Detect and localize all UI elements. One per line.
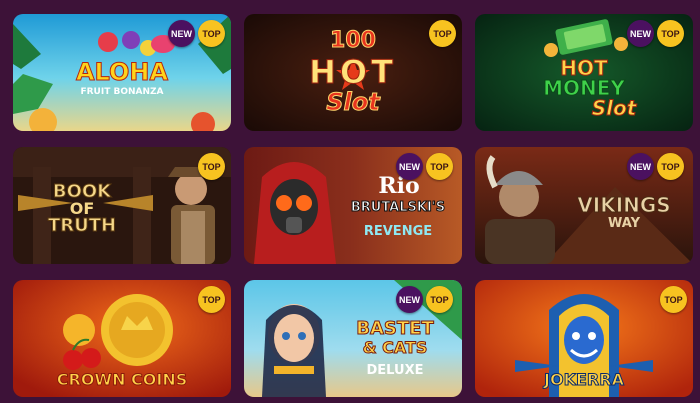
game-subtitle: Slot <box>326 88 380 116</box>
new-badge: NEW <box>627 20 654 47</box>
top-badge: TOP <box>198 20 225 47</box>
game-subtitle: DELUXE <box>366 363 424 378</box>
game-tile-hot-money[interactable]: HOT MONEY Slot NEW TOP <box>475 14 693 131</box>
game-title: ALOHA <box>75 58 169 86</box>
game-subtitle: FRUIT BONANZA <box>80 87 164 97</box>
game-tile-rio-brutalskis-revenge[interactable]: Rio BRUTALSKI'S REVENGE NEW TOP <box>244 147 462 264</box>
new-badge: NEW <box>168 20 195 47</box>
top-badge: TOP <box>426 286 453 313</box>
games-grid: ALOHA FRUIT BONANZA NEW TOP 100 HOT Slot… <box>0 0 700 403</box>
top-badge: TOP <box>657 153 684 180</box>
game-title-brutalski: BRUTALSKI'S <box>350 200 446 215</box>
game-tile-crown-coins[interactable]: CROWN COINS TOP <box>13 280 231 397</box>
game-title: HOT <box>560 56 608 80</box>
game-subtitle: WAY <box>608 216 640 231</box>
top-badge: TOP <box>198 153 225 180</box>
top-badge: TOP <box>198 286 225 313</box>
new-badge: NEW <box>627 153 654 180</box>
game-tile-jokerra[interactable]: JOKERRA TOP <box>475 280 693 397</box>
top-badge: TOP <box>657 20 684 47</box>
game-title: JOKERRA <box>544 370 625 389</box>
game-title: VIKINGS <box>577 193 671 217</box>
cherry-icon <box>81 348 101 368</box>
game-title: CROWN COINS <box>56 370 188 389</box>
game-tile-bastet-cats-deluxe[interactable]: BASTET & CATS DELUXE NEW TOP <box>244 280 462 397</box>
top-badge: TOP <box>429 20 456 47</box>
game-title: HOT <box>309 53 397 91</box>
game-subtitle: TRUTH <box>47 215 117 236</box>
game-title-money: MONEY <box>543 76 626 100</box>
game-tile-aloha[interactable]: ALOHA FRUIT BONANZA NEW TOP <box>13 14 231 131</box>
game-title-cats: & CATS <box>362 338 428 357</box>
game-subtitle: REVENGE <box>363 224 433 239</box>
new-badge: NEW <box>396 153 423 180</box>
new-badge: NEW <box>396 286 423 313</box>
game-tile-book-of-truth[interactable]: BOOK OF TRUTH TOP <box>13 147 231 264</box>
top-badge: TOP <box>426 153 453 180</box>
top-badge: TOP <box>660 286 687 313</box>
game-tile-100-hot-slot[interactable]: 100 HOT Slot TOP <box>244 14 462 131</box>
game-title: BASTET <box>356 318 434 339</box>
game-subtitle: Slot <box>591 96 637 120</box>
game-tile-vikings-way[interactable]: VIKINGS WAY NEW TOP <box>475 147 693 264</box>
